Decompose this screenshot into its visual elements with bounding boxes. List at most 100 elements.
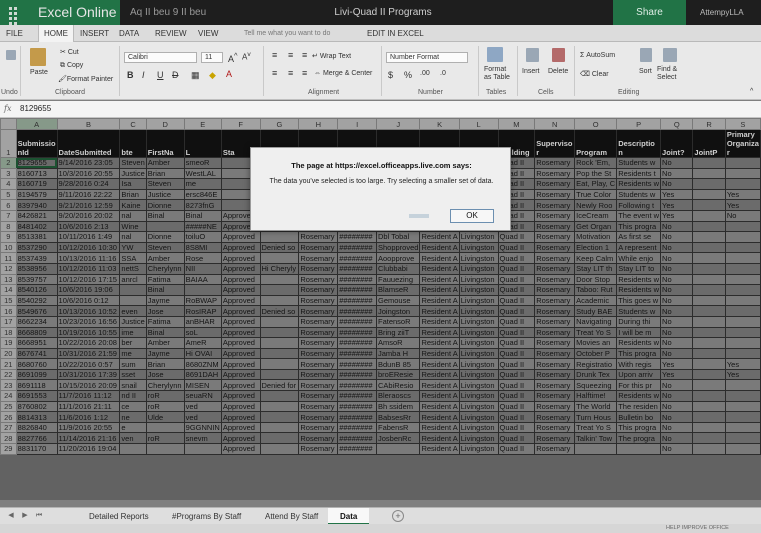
prev-sheet-icon[interactable]: ◀	[6, 511, 16, 521]
fx-icon: fx	[4, 104, 12, 113]
tab-view[interactable]: VIEW	[198, 25, 218, 42]
brush-icon: 🖌	[58, 76, 67, 83]
help-improve-link[interactable]: HELP IMPROVE OFFICE	[666, 524, 729, 533]
dialog-title: The page at https://excel.officeapps.liv…	[291, 161, 472, 170]
alignment-group-label: Alignment	[308, 89, 340, 96]
font-name-select[interactable]: Calibri	[124, 52, 197, 63]
format-painter-button[interactable]: 🖌Format Painter	[58, 75, 113, 83]
sheet-tab-attend-by-staff[interactable]: Attend By Staff	[265, 508, 318, 525]
shrink-font-button[interactable]: Av	[242, 51, 251, 62]
increase-decimal-icon[interactable]: .00	[420, 70, 430, 77]
user-name[interactable]: AttempyLLA	[700, 0, 744, 25]
fill-color-icon[interactable]: ◆	[209, 70, 216, 81]
edit-in-excel-button[interactable]: EDIT IN EXCEL	[367, 25, 424, 42]
currency-icon[interactable]: $	[388, 70, 393, 80]
find-icon[interactable]	[663, 48, 677, 62]
find-select-button[interactable]: Find & Select	[657, 66, 687, 82]
bold-button[interactable]: B	[127, 70, 134, 80]
number-format-select[interactable]: Number Format	[386, 52, 468, 63]
strikethrough-button[interactable]: D	[172, 70, 179, 80]
divider	[478, 46, 479, 96]
scissors-icon: ✂	[60, 49, 68, 56]
ribbon-tabs: FILE HOME INSERT DATA REVIEW VIEW Tell m…	[0, 25, 761, 42]
insert-button[interactable]: Insert	[522, 68, 540, 75]
align-middle-icon[interactable]: ≡	[288, 50, 293, 60]
undo-icon[interactable]	[6, 50, 16, 60]
waffle-icon[interactable]	[8, 6, 22, 30]
divider	[574, 46, 575, 96]
add-sheet-icon[interactable]: +	[392, 510, 404, 522]
status-bar: HELP IMPROVE OFFICE	[0, 524, 761, 533]
formula-input[interactable]: 8129655	[20, 104, 51, 113]
align-top-icon[interactable]: ≡	[272, 50, 277, 60]
collapse-ribbon-icon[interactable]: ^	[750, 88, 753, 95]
format-as-table-icon[interactable]	[487, 47, 503, 62]
borders-icon[interactable]: ▦	[191, 70, 200, 81]
cells-group-label: Cells	[538, 89, 554, 96]
app-name: Excel Online	[38, 4, 117, 20]
document-title[interactable]: Livi-Quad II Programs	[248, 0, 518, 25]
merge-icon: ⇔	[314, 70, 323, 77]
tab-review[interactable]: REVIEW	[155, 25, 187, 42]
sheet-tabs-bar: ◀ ▶ ⏮ Detailed Reports #Programs By Staf…	[0, 507, 761, 525]
sheet-tab-data[interactable]: Data	[328, 508, 370, 525]
align-left-icon[interactable]: ≡	[272, 68, 277, 78]
clear-button[interactable]: ⌫ Clear	[580, 70, 609, 78]
copy-button[interactable]: ⧉ Copy	[60, 62, 83, 70]
autosum-button[interactable]: Σ AutoSum	[580, 52, 615, 59]
next-sheet-icon[interactable]: ▶	[20, 511, 30, 521]
merge-center-button[interactable]: ⇔ Merge & Center	[314, 70, 372, 77]
insert-cells-icon[interactable]	[526, 48, 539, 62]
sort-icon[interactable]	[640, 48, 652, 62]
tab-home[interactable]: HOME	[38, 25, 74, 42]
align-right-icon[interactable]: ≡	[302, 68, 307, 78]
editing-group-label: Editing	[618, 89, 640, 96]
divider	[263, 46, 264, 96]
alert-dialog: The page at https://excel.officeapps.liv…	[250, 147, 511, 231]
divider	[517, 46, 518, 96]
eraser-icon: ⌫	[580, 71, 592, 78]
title-bar: Excel Online Aq II beu 9 II beu Livi-Qua…	[0, 0, 761, 30]
formula-bar: fx 8129655	[0, 101, 761, 118]
ghost-title: Aq II beu 9 II beu	[130, 7, 207, 18]
italic-button[interactable]: I	[142, 70, 145, 80]
paste-button[interactable]: Paste	[30, 69, 48, 76]
decrease-decimal-icon[interactable]: .0	[440, 70, 446, 77]
sheet-tab-programs-by-staff[interactable]: #Programs By Staff	[172, 508, 241, 525]
wrap-text-button[interactable]: ↵ Wrap Text	[312, 52, 351, 60]
copy-icon: ⧉	[60, 62, 67, 69]
align-bottom-icon[interactable]: ≡	[302, 50, 307, 60]
format-as-table-button[interactable]: Format as Table	[484, 66, 514, 82]
delete-cells-icon[interactable]	[552, 48, 565, 62]
paste-icon[interactable]	[30, 48, 46, 66]
app-launcher[interactable]: Excel Online	[0, 0, 120, 30]
wrap-icon: ↵	[312, 53, 320, 60]
ribbon: Undo Paste ✂ Cut ⧉ Copy 🖌Format Painter …	[0, 42, 761, 100]
font-color-icon[interactable]: A	[226, 69, 232, 79]
tab-file[interactable]: FILE	[6, 25, 23, 42]
first-sheet-icon[interactable]: ⏮	[34, 511, 44, 521]
tell-me-box[interactable]: Tell me what you want to do	[244, 25, 330, 42]
sheet-tab-detailed-reports[interactable]: Detailed Reports	[89, 508, 149, 525]
divider	[381, 46, 382, 96]
font-size-select[interactable]: 11	[201, 52, 223, 63]
tab-data[interactable]: DATA	[119, 25, 139, 42]
dialog-checkbox-hint	[409, 214, 429, 218]
sort-button[interactable]: Sort	[639, 68, 652, 75]
divider	[119, 46, 120, 96]
tables-group-label: Tables	[486, 89, 507, 96]
grow-font-button[interactable]: A^	[228, 51, 238, 64]
align-center-icon[interactable]: ≡	[288, 68, 293, 78]
cut-button[interactable]: ✂ Cut	[60, 48, 79, 56]
tab-insert[interactable]: INSERT	[80, 25, 109, 42]
share-button[interactable]: Share	[613, 0, 686, 25]
undo-label: Undo	[1, 89, 18, 96]
underline-button[interactable]: U	[157, 70, 164, 80]
percent-icon[interactable]: %	[404, 70, 412, 80]
clipboard-group-label: Clipboard	[55, 89, 85, 96]
dialog-message: The data you've selected is too large. T…	[269, 178, 494, 185]
divider	[20, 46, 21, 96]
delete-button[interactable]: Delete	[548, 68, 568, 75]
number-group-label: Number	[418, 89, 443, 96]
ok-button[interactable]: OK	[450, 209, 494, 223]
